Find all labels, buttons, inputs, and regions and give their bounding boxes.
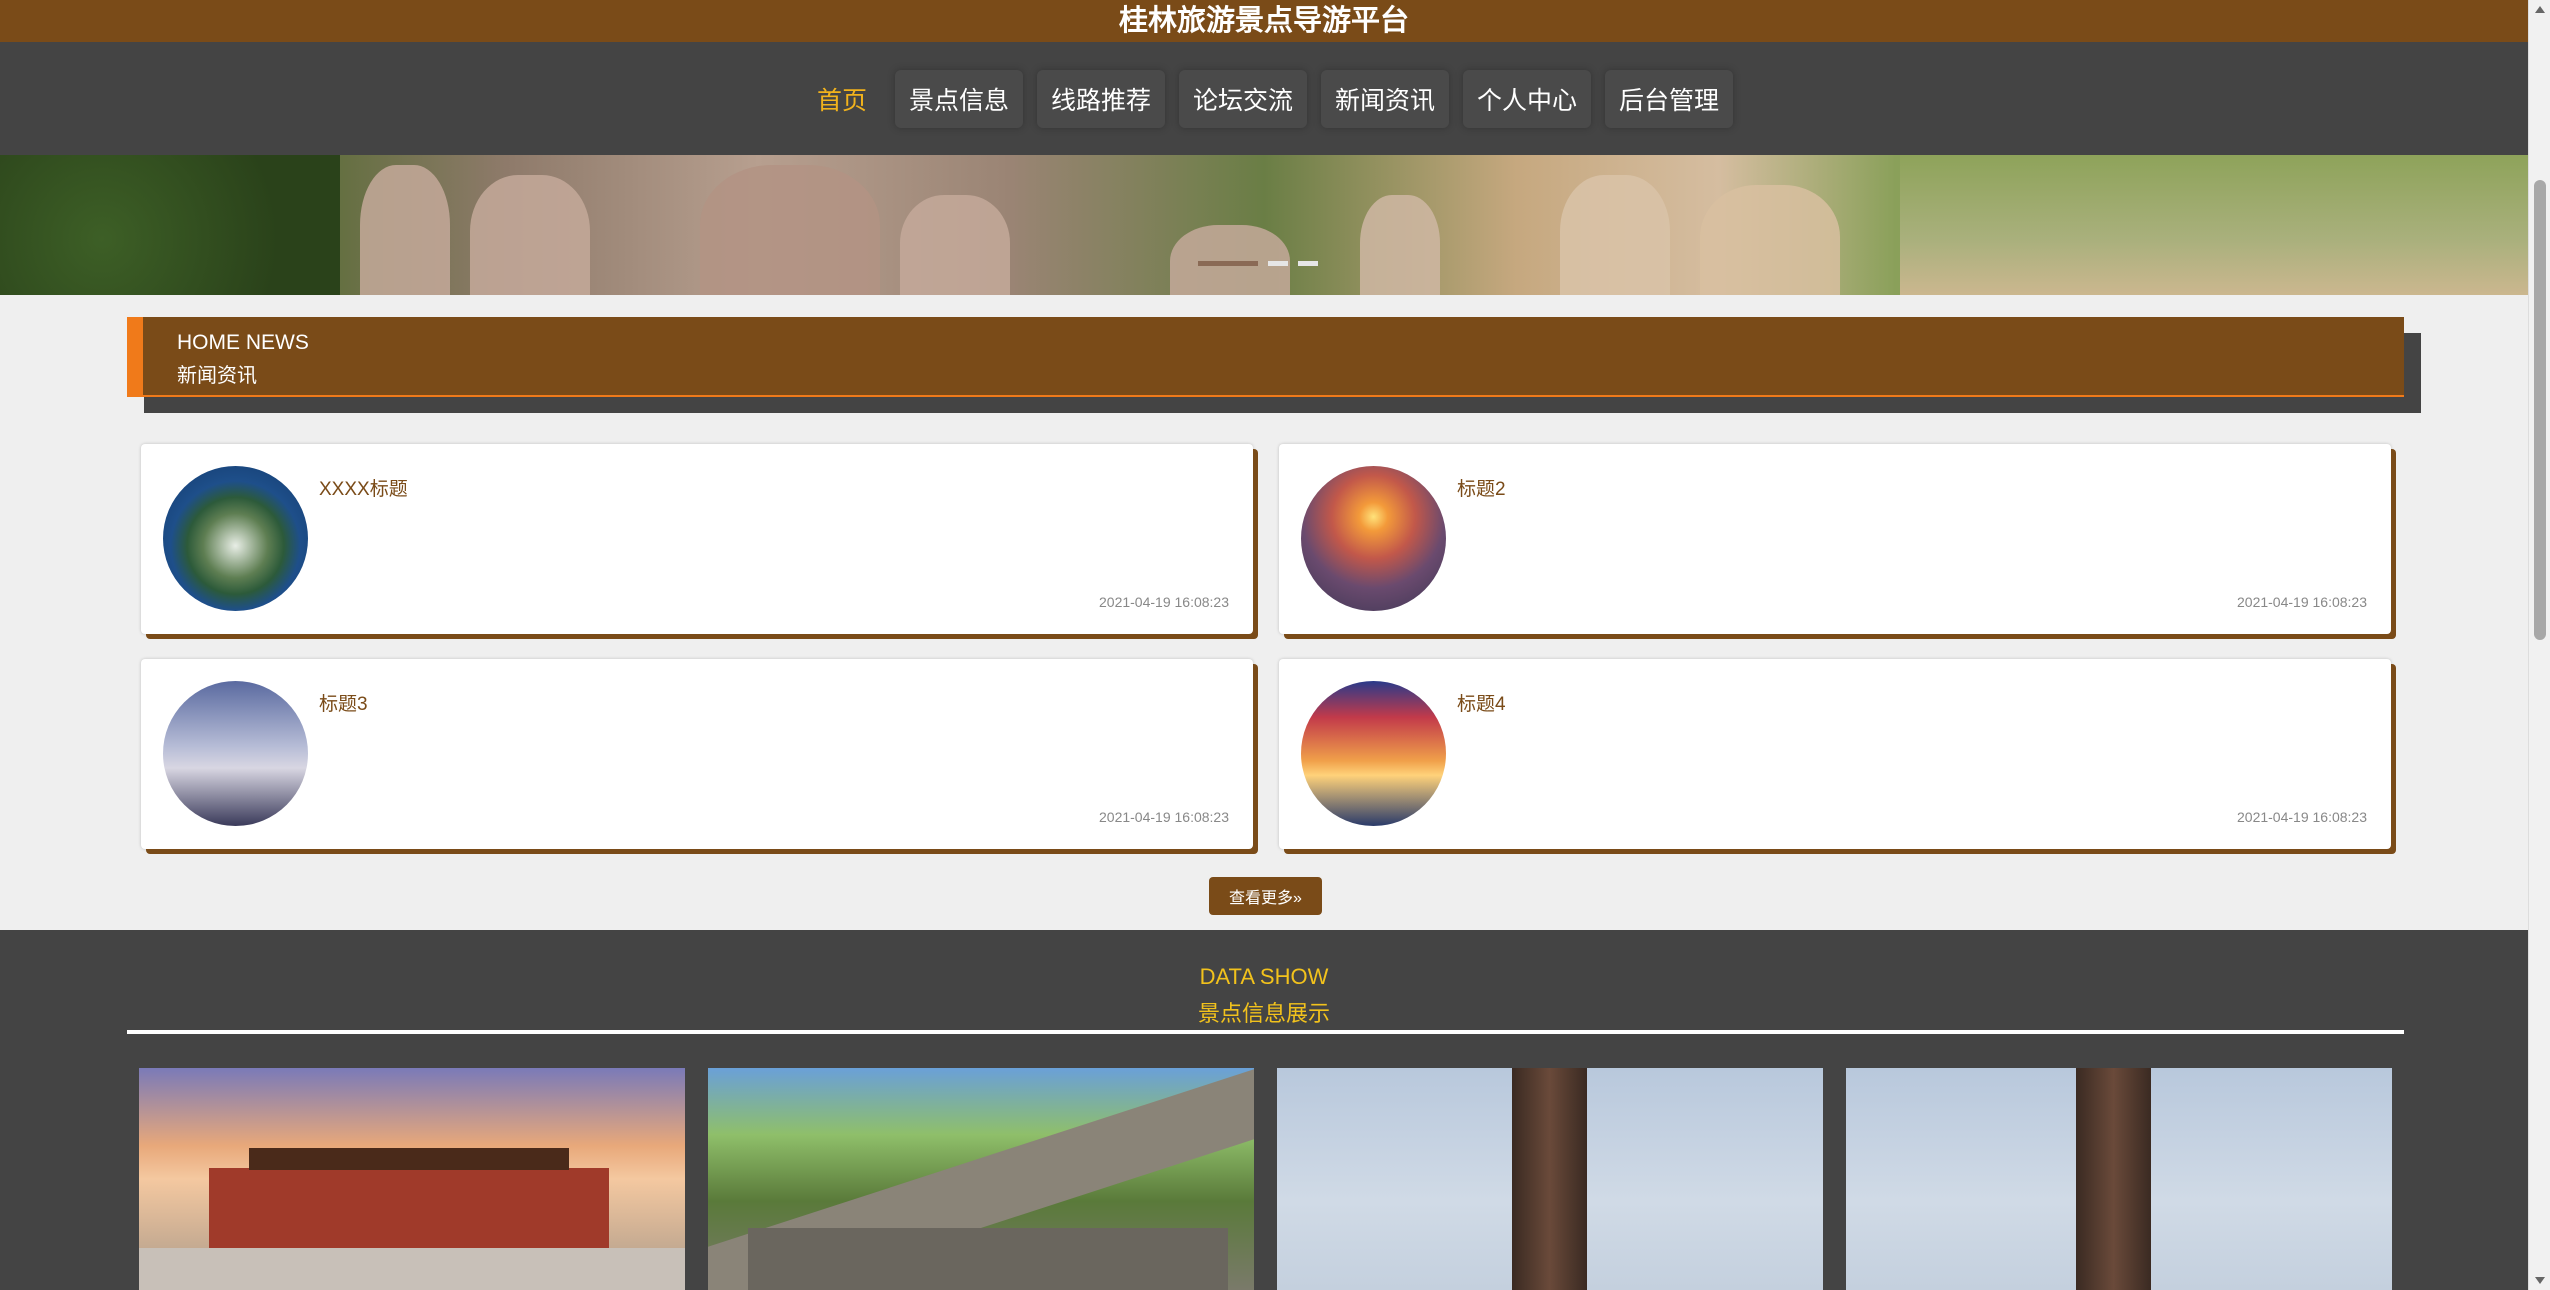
attraction-tile[interactable] bbox=[1846, 1068, 2392, 1290]
page: 桂林旅游景点导游平台 首页 景点信息 线路推荐 论坛交流 新闻资讯 个人中心 后… bbox=[0, 0, 2528, 1290]
news-card[interactable]: 标题4 2021-04-19 16:08:23 bbox=[1279, 659, 2391, 849]
banner-scenery bbox=[1900, 155, 2528, 295]
nav-item-attractions[interactable]: 景点信息 bbox=[894, 69, 1023, 128]
news-thumbnail bbox=[1301, 681, 1446, 826]
attraction-image bbox=[249, 1148, 569, 1170]
news-heading-en: HOME NEWS bbox=[177, 331, 309, 354]
attraction-image bbox=[139, 1248, 685, 1290]
nav-item-label: 论坛交流 bbox=[1192, 86, 1293, 115]
banner-carousel[interactable] bbox=[0, 155, 2528, 295]
banner-scenery bbox=[1360, 195, 1440, 295]
scrollbar-thumb[interactable] bbox=[2534, 180, 2546, 640]
news-card[interactable]: 标题2 2021-04-19 16:08:23 bbox=[1279, 444, 2391, 634]
nav-item-label: 个人中心 bbox=[1477, 86, 1578, 115]
data-show-heading-cn: 景点信息展示 bbox=[1197, 1001, 1330, 1026]
banner-scenery bbox=[1170, 225, 1290, 295]
news-thumbnail bbox=[163, 681, 308, 826]
attraction-image bbox=[2076, 1068, 2151, 1290]
news-title[interactable]: 标题3 bbox=[319, 689, 368, 716]
nav-item-routes[interactable]: 线路推荐 bbox=[1036, 69, 1165, 128]
attraction-tile[interactable] bbox=[139, 1068, 685, 1290]
news-thumbnail bbox=[163, 466, 308, 611]
news-card[interactable]: XXXX标题 2021-04-19 16:08:23 bbox=[141, 444, 1253, 634]
news-date: 2021-04-19 16:08:23 bbox=[1099, 809, 1229, 825]
banner-scenery bbox=[1560, 175, 1670, 295]
nav-item-label: 新闻资讯 bbox=[1335, 86, 1436, 115]
data-show-heading-en: DATA SHOW bbox=[1199, 964, 1329, 989]
scroll-down-icon[interactable] bbox=[2535, 1277, 2545, 1284]
nav-item-home[interactable]: 首页 bbox=[803, 70, 881, 128]
banner-scenery bbox=[700, 165, 880, 295]
carousel-indicators bbox=[1198, 261, 1318, 266]
banner-scenery bbox=[470, 175, 590, 295]
site-title: 桂林旅游景点导游平台 bbox=[1118, 5, 1409, 37]
news-date: 2021-04-19 16:08:23 bbox=[1099, 594, 1229, 610]
news-card[interactable]: 标题3 2021-04-19 16:08:23 bbox=[141, 659, 1253, 849]
view-more-button[interactable]: 查看更多» bbox=[1209, 877, 1322, 915]
nav-item-label: 线路推荐 bbox=[1050, 86, 1151, 115]
banner-scenery bbox=[1700, 185, 1840, 295]
nav-item-news[interactable]: 新闻资讯 bbox=[1321, 69, 1450, 128]
nav-item-label: 景点信息 bbox=[908, 86, 1009, 115]
attraction-tile[interactable] bbox=[1277, 1068, 1823, 1290]
banner-scenery bbox=[900, 195, 1010, 295]
banner-scenery bbox=[360, 165, 450, 295]
nav-item-admin[interactable]: 后台管理 bbox=[1605, 69, 1734, 128]
news-title[interactable]: 标题2 bbox=[1457, 474, 1506, 501]
news-title[interactable]: XXXX标题 bbox=[319, 474, 408, 501]
page-scrollbar[interactable] bbox=[2528, 0, 2550, 1290]
attraction-image bbox=[748, 1228, 1228, 1290]
attraction-image bbox=[1512, 1068, 1587, 1290]
attraction-image bbox=[209, 1168, 609, 1248]
attraction-tile[interactable] bbox=[708, 1068, 1254, 1290]
nav-item-profile[interactable]: 个人中心 bbox=[1463, 69, 1592, 128]
data-show-section: DATA SHOW 景点信息展示 bbox=[0, 930, 2528, 1290]
carousel-dot[interactable] bbox=[1298, 261, 1318, 266]
divider bbox=[127, 1030, 2404, 1034]
carousel-dot[interactable] bbox=[1198, 261, 1258, 266]
news-title[interactable]: 标题4 bbox=[1457, 689, 1506, 716]
nav-item-label: 后台管理 bbox=[1619, 86, 1720, 115]
news-heading: HOME NEWS 新闻资讯 bbox=[127, 317, 2404, 397]
carousel-dot[interactable] bbox=[1268, 261, 1288, 266]
news-heading-cn: 新闻资讯 bbox=[177, 365, 257, 387]
scroll-up-icon[interactable] bbox=[2535, 6, 2545, 13]
news-thumbnail bbox=[1301, 466, 1446, 611]
news-date: 2021-04-19 16:08:23 bbox=[2237, 809, 2367, 825]
nav-item-forum[interactable]: 论坛交流 bbox=[1178, 69, 1307, 128]
main-nav: 首页 景点信息 线路推荐 论坛交流 新闻资讯 个人中心 后台管理 bbox=[0, 42, 2528, 155]
site-title-bar: 桂林旅游景点导游平台 bbox=[0, 0, 2528, 42]
news-date: 2021-04-19 16:08:23 bbox=[2237, 594, 2367, 610]
banner-scenery bbox=[0, 155, 340, 295]
nav-item-label: 首页 bbox=[816, 86, 867, 115]
